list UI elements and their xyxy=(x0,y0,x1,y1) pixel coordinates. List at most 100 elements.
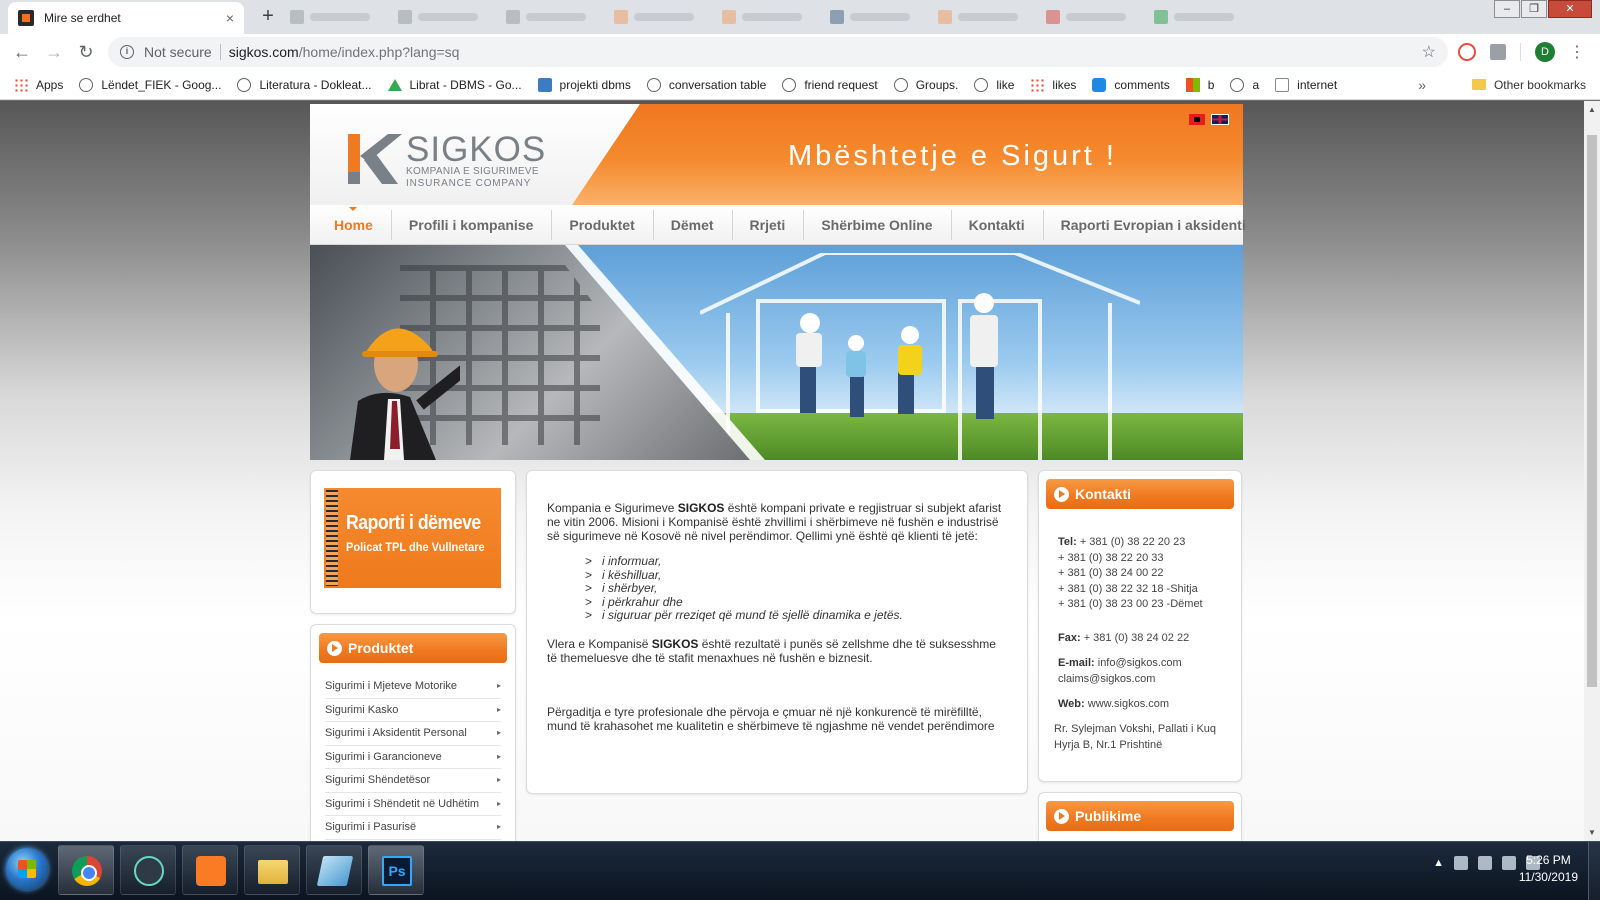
scrollbar-thumb[interactable] xyxy=(1587,135,1597,687)
network-error-icon[interactable] xyxy=(1478,856,1492,870)
close-window-icon[interactable]: ✕ xyxy=(1548,0,1592,18)
nav-online-services[interactable]: Shërbime Online xyxy=(803,205,950,245)
forward-arrow-icon[interactable]: → xyxy=(38,42,70,63)
close-tab-icon[interactable]: × xyxy=(226,10,234,26)
start-button[interactable] xyxy=(6,848,48,890)
phone-number: + 381 (0) 38 24 00 22 xyxy=(1058,567,1164,579)
tel-label: Tel: xyxy=(1058,536,1077,548)
claims-report-banner[interactable]: Raporti i dëmeve Policat TPL dhe Vullnet… xyxy=(324,488,501,588)
list-item[interactable]: Sigurimi i Mjeteve Motorike ▸ xyxy=(325,675,501,699)
extension-icon[interactable] xyxy=(1490,44,1506,60)
taskbar-photoshop[interactable]: Ps xyxy=(368,845,424,895)
background-tab[interactable] xyxy=(506,6,606,28)
show-desktop-button[interactable] xyxy=(1588,842,1600,900)
taskbar-chrome[interactable] xyxy=(58,845,114,895)
background-tab[interactable] xyxy=(938,6,1038,28)
brand-name: SIGKOS xyxy=(651,636,699,651)
web-link[interactable]: www.sigkos.com xyxy=(1088,698,1169,710)
taskbar-xampp[interactable] xyxy=(182,845,238,895)
chevron-right-icon: ▸ xyxy=(496,822,501,831)
reload-icon[interactable]: ↻ xyxy=(70,42,102,63)
nav-contact[interactable]: Kontakti xyxy=(950,205,1043,245)
bookmark-item[interactable]: Lëndet_FIEK - Goog... xyxy=(79,77,221,92)
bookmark-item[interactable]: a xyxy=(1230,77,1259,92)
more-menu-icon[interactable]: ⋮ xyxy=(1569,42,1585,62)
scroll-down-icon[interactable]: ▼ xyxy=(1588,828,1596,837)
bookmark-item[interactable]: likes xyxy=(1030,77,1076,92)
extension-area: D ⋮ xyxy=(1458,42,1585,62)
albanian-flag-icon[interactable] xyxy=(1189,114,1205,125)
sigkos-site: SIGKOS KOMPANIA E SIGURIMEVE INSURANCE C… xyxy=(310,104,1246,841)
extension-icon[interactable] xyxy=(1458,43,1476,61)
background-tab[interactable] xyxy=(1154,6,1254,28)
show-hidden-icons-icon[interactable]: ▲ xyxy=(1433,857,1444,869)
other-bookmarks[interactable]: Other bookmarks xyxy=(1471,77,1586,92)
bookmark-apps[interactable]: Apps xyxy=(14,77,63,92)
list-item[interactable]: Sigurimi i Pasurisë ▸ xyxy=(325,816,501,840)
bookmark-item[interactable]: Literatura - Dokleat... xyxy=(237,77,372,92)
list-item[interactable]: Sigurimi i Garancioneve ▸ xyxy=(325,746,501,769)
ost-icon xyxy=(1275,77,1290,92)
address-bar[interactable]: i Not secure sigkos.com /home/index.php?… xyxy=(108,37,1448,67)
email-link[interactable]: info@sigkos.com xyxy=(1098,657,1182,669)
nav-network[interactable]: Rrjeti xyxy=(731,205,804,245)
list-item[interactable]: Sigurimi i Shëndetit në Udhëtim ▸ xyxy=(325,793,501,816)
english-flag-icon[interactable] xyxy=(1211,114,1229,125)
vertical-scrollbar[interactable]: ▲ ▼ xyxy=(1584,101,1600,841)
url-host[interactable]: sigkos.com xyxy=(229,44,299,60)
nav-claims[interactable]: Dëmet xyxy=(652,205,732,245)
taskbar-clock[interactable]: 5:26 PM 11/30/2019 xyxy=(1519,852,1578,886)
bookmark-star-icon[interactable]: ☆ xyxy=(1422,42,1436,62)
play-circle-icon xyxy=(327,640,342,656)
not-secure-label[interactable]: Not secure xyxy=(144,44,212,60)
url-divider xyxy=(219,44,221,60)
apps-grid-icon xyxy=(1030,77,1045,92)
closing-paragraph: Përgaditja e tyre profesionale dhe përvo… xyxy=(547,704,995,733)
bookmark-item[interactable]: projekti dbms xyxy=(537,77,631,92)
background-tab[interactable] xyxy=(1046,6,1146,28)
other-bookmarks-label: Other bookmarks xyxy=(1493,77,1586,92)
list-item[interactable]: Sigurimi Shëndetësor ▸ xyxy=(325,769,501,793)
background-tab[interactable] xyxy=(398,6,498,28)
taskbar-notepad[interactable] xyxy=(306,845,362,895)
bookmark-item[interactable]: Librat - DBMS - Go... xyxy=(387,78,522,92)
bookmark-item[interactable]: conversation table xyxy=(646,77,766,92)
info-icon[interactable]: i xyxy=(120,45,134,59)
email-link[interactable]: claims@sigkos.com xyxy=(1058,672,1234,688)
active-tab[interactable]: Mire se erdhet × xyxy=(8,2,244,34)
bookmark-item[interactable]: friend request xyxy=(782,77,878,92)
scroll-up-icon[interactable]: ▲ xyxy=(1588,105,1596,114)
background-tab[interactable] xyxy=(290,6,390,28)
taskbar-atom[interactable] xyxy=(120,845,176,895)
more-bookmarks-icon[interactable]: » xyxy=(1418,77,1426,93)
nav-european-accident-report[interactable]: Raporti Evropian i aksidenti xyxy=(1042,205,1264,245)
bookmark-item[interactable]: Groups. xyxy=(893,77,958,92)
signal-icon[interactable] xyxy=(1502,856,1516,870)
profile-avatar[interactable]: D xyxy=(1535,42,1555,62)
publications-heading[interactable]: Publikime xyxy=(1046,801,1234,831)
nav-home[interactable]: Home xyxy=(316,205,391,245)
list-item[interactable]: Sigurimi i Aksidentit Personal ▸ xyxy=(325,722,501,746)
sigkos-logo-icon[interactable] xyxy=(348,134,402,184)
logo-subtitle-en: INSURANCE COMPANY xyxy=(406,178,532,189)
bookmark-item[interactable]: like xyxy=(974,77,1014,92)
volume-icon[interactable] xyxy=(1454,856,1468,870)
list-item[interactable]: Sigurimi Kasko ▸ xyxy=(325,699,501,722)
background-tab[interactable] xyxy=(830,6,930,28)
bookmark-item[interactable]: internet xyxy=(1275,77,1337,92)
nav-company-profile[interactable]: Profili i kompanise xyxy=(390,205,551,245)
new-tab-button[interactable]: + xyxy=(256,5,280,29)
minimize-icon[interactable]: – xyxy=(1494,0,1520,18)
taskbar-explorer[interactable] xyxy=(244,845,300,895)
bookmark-item[interactable]: b xyxy=(1185,77,1214,92)
logo-name[interactable]: SIGKOS xyxy=(406,130,546,170)
email-line: E-mail: info@sigkos.com xyxy=(1058,656,1234,672)
background-tab[interactable] xyxy=(722,6,822,28)
atom-icon xyxy=(134,856,164,886)
nav-products[interactable]: Produktet xyxy=(551,205,652,245)
url-path[interactable]: /home/index.php?lang=sq xyxy=(299,44,460,60)
back-arrow-icon[interactable]: ← xyxy=(6,42,38,63)
bookmark-item[interactable]: comments xyxy=(1092,77,1170,92)
restore-icon[interactable]: ❐ xyxy=(1521,0,1547,18)
background-tab[interactable] xyxy=(614,6,714,28)
